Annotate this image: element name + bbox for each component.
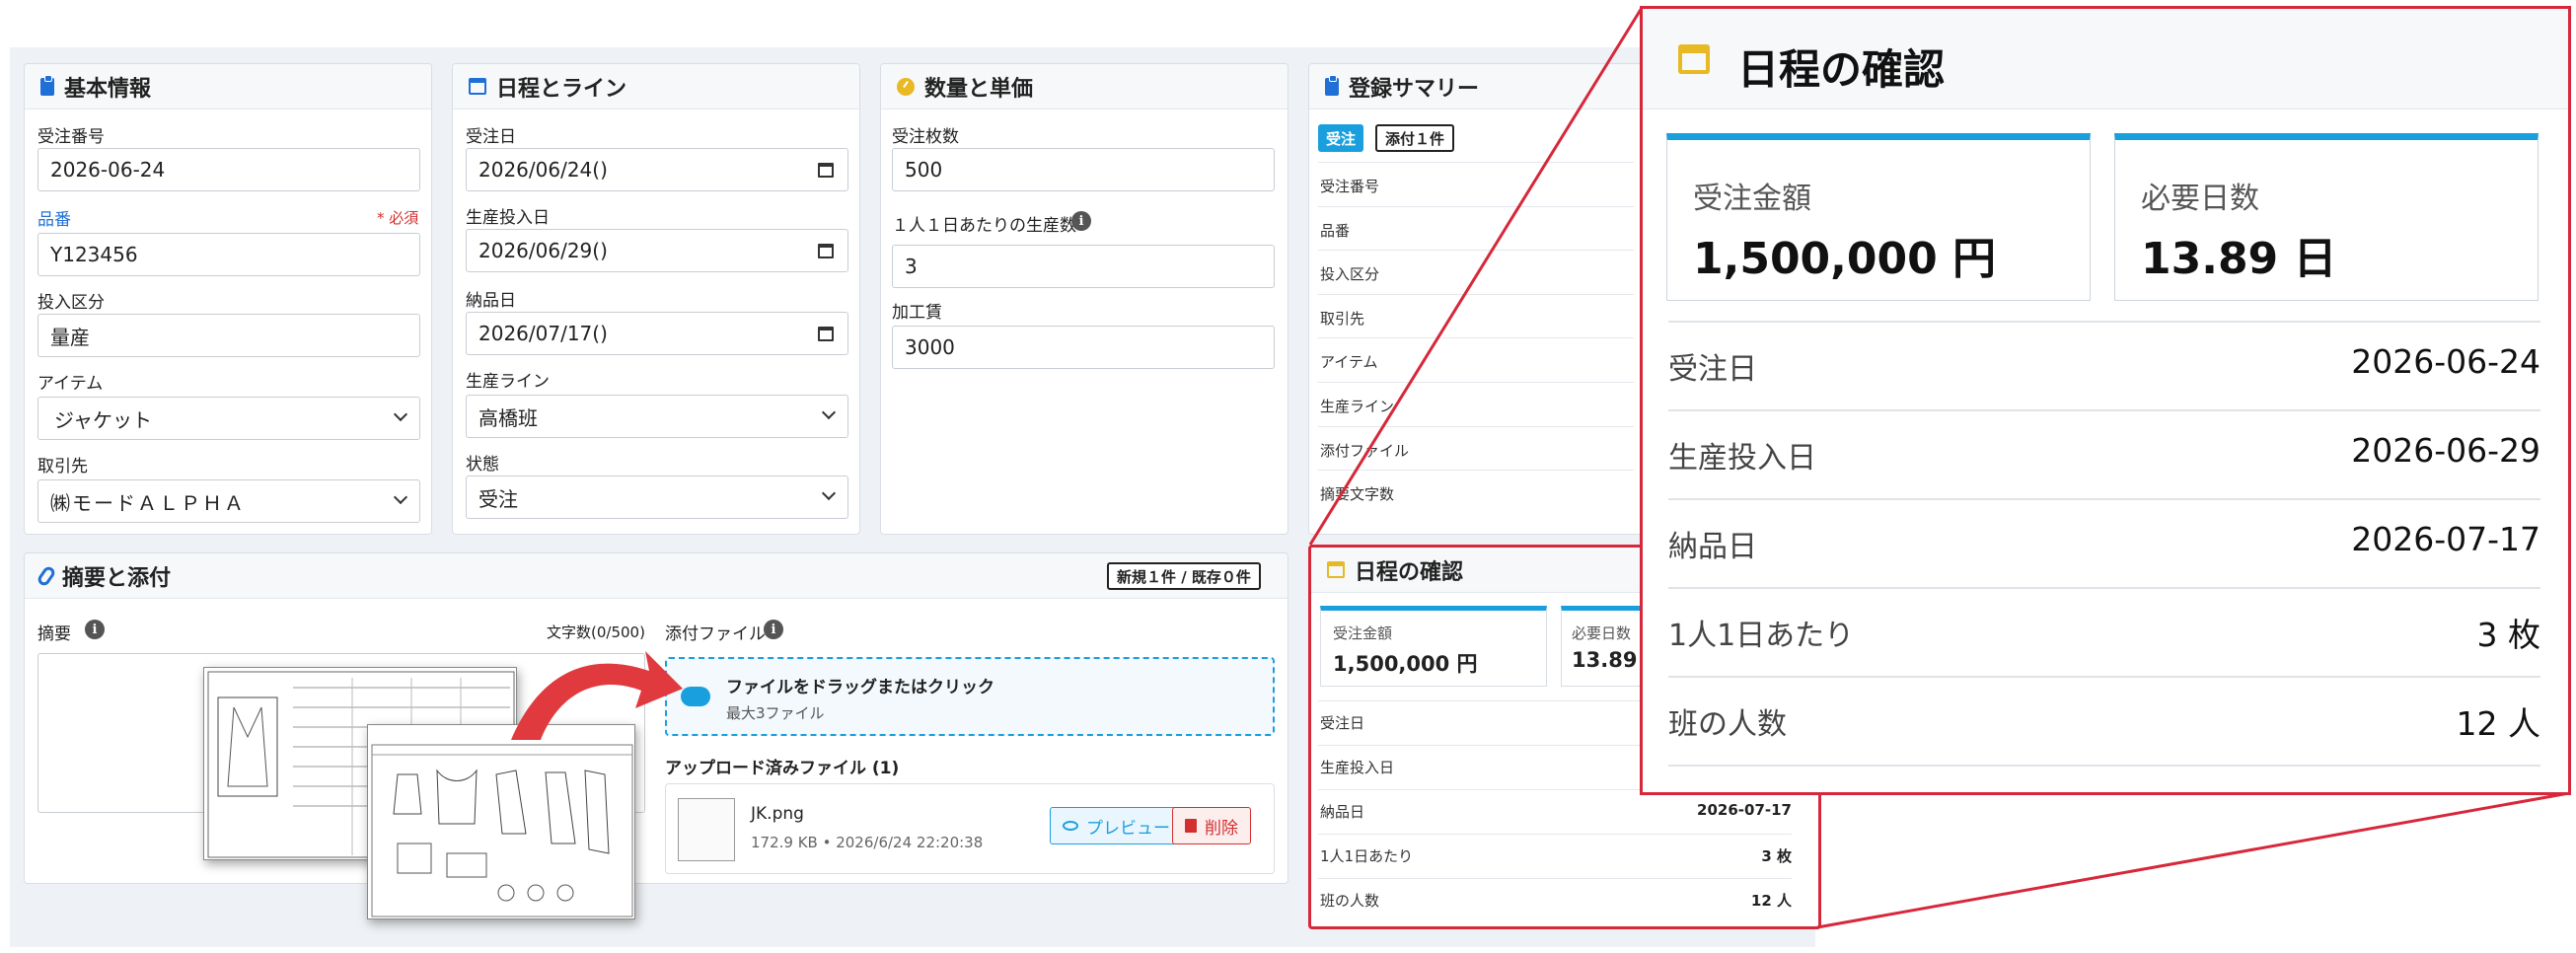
zoom-title: 日程の確認: [1737, 45, 1946, 94]
screen: 基本情報 受注番号 2026-06-24 品番 * 必須 Y123456 投入区…: [0, 0, 2576, 953]
zoom-row-label: 生産投入日: [1668, 441, 1816, 476]
zoom-row-divider: [1668, 409, 2540, 411]
zoom-required-days-box: 必要日数 13.89 日: [2114, 133, 2539, 301]
zoom-order-amount-value: 1,500,000 円: [1693, 234, 1997, 284]
zoom-row-value: 2026-07-17: [2351, 520, 2540, 558]
zoom-row-value: 3 枚: [2476, 616, 2541, 654]
zoom-order-amount-label: 受注金額: [1693, 182, 1811, 216]
zoom-required-days-label: 必要日数: [2141, 182, 2259, 216]
zoom-row-value: 2026-06-29: [2351, 431, 2540, 470]
zoom-row-label: 受注日: [1668, 352, 1757, 387]
zoom-header: 日程の確認: [1643, 9, 2568, 110]
zoom-row-label: 納品日: [1668, 530, 1757, 564]
zoom-row-label: 1人1日あたり: [1668, 619, 1855, 653]
zoom-row-divider: [1668, 498, 2540, 500]
zoom-row-label: 班の人数: [1668, 707, 1787, 742]
calendar-icon: [1678, 44, 1710, 74]
zoom-row-divider: [1668, 765, 2540, 767]
zoom-row-divider: [1668, 587, 2540, 589]
zoom-row-value: 2026-06-24: [2351, 342, 2540, 381]
zoom-row-divider: [1668, 321, 2540, 323]
zoom-callout: 日程の確認 受注金額 1,500,000 円 必要日数 13.89 日 受注日 2…: [1640, 6, 2571, 795]
zoom-required-days-value: 13.89 日: [2141, 234, 2337, 284]
zoom-row-divider: [1668, 676, 2540, 678]
zoom-row-value: 12 人: [2456, 704, 2540, 743]
zoom-order-amount-box: 受注金額 1,500,000 円: [1666, 133, 2091, 301]
